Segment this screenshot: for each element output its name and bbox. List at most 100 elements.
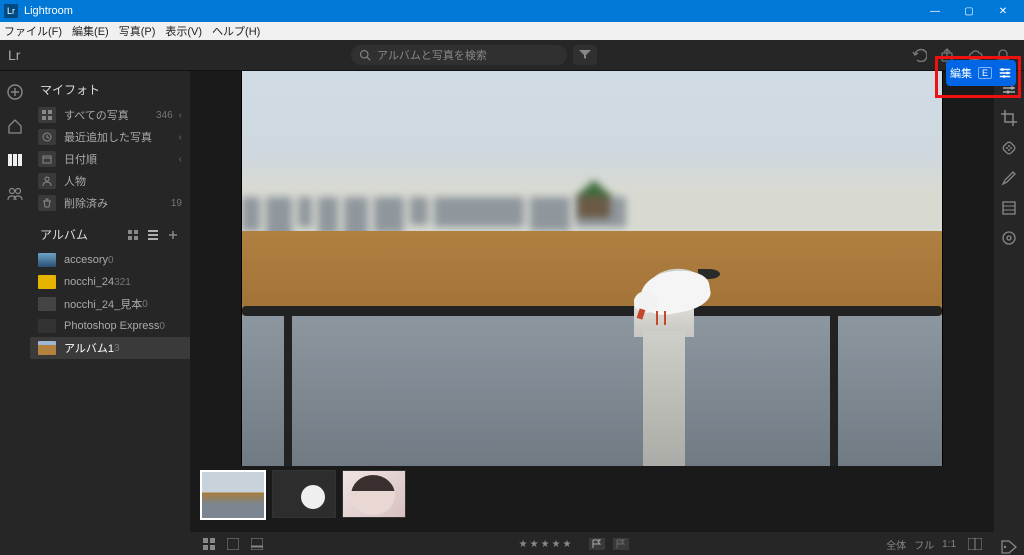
edit-button-label: 編集	[950, 65, 972, 81]
app-top-bar: Lr アルバムと写真を検索	[0, 40, 1024, 71]
person-icon	[38, 173, 56, 189]
menu-help[interactable]: ヘルプ(H)	[212, 23, 260, 39]
my-photos-label: マイフォト	[40, 81, 100, 98]
sidebar-item-label: 日付順	[64, 151, 173, 167]
zoom-1to1[interactable]: 1:1	[942, 539, 956, 550]
sidebar-item-label: すべての写真	[64, 107, 152, 123]
add-photos-icon[interactable]	[6, 83, 24, 101]
sidebar-item-all-photos[interactable]: すべての写真 346 ‹	[30, 104, 190, 126]
album-count: 321	[114, 277, 131, 288]
edit-button[interactable]: 編集 E	[946, 60, 1016, 86]
filmstrip-thumbnail[interactable]	[272, 470, 336, 518]
original-toggle-icon[interactable]	[966, 535, 984, 553]
loupe-canvas[interactable]	[190, 71, 994, 466]
status-bar: ★★★★★ 全体 フル 1:1	[190, 532, 994, 555]
flag-pick[interactable]	[589, 538, 605, 550]
album-label: nocchi_24	[64, 276, 114, 288]
undo-icon[interactable]	[910, 46, 928, 64]
filter-button[interactable]	[573, 45, 597, 65]
sidebar-item-label: 人物	[64, 173, 182, 189]
menu-edit[interactable]: 編集(E)	[72, 23, 109, 39]
album-thumbnail	[38, 319, 56, 333]
search-icon	[359, 49, 371, 61]
menu-file[interactable]: ファイル(F)	[4, 23, 62, 39]
menu-bar: ファイル(F) 編集(E) 写真(P) 表示(V) ヘルプ(H)	[0, 22, 1024, 40]
close-button[interactable]: ✕	[986, 0, 1020, 22]
linear-gradient-icon[interactable]	[1000, 199, 1018, 217]
sidebar-item-count: 346	[156, 110, 173, 121]
album-label: Photoshop Express	[64, 320, 159, 332]
bird-subject	[620, 247, 740, 337]
filmstrip	[190, 466, 994, 532]
brush-icon[interactable]	[1000, 169, 1018, 187]
sidebar-item-count: 19	[171, 198, 182, 209]
album-item-selected[interactable]: アルバム1 3	[30, 337, 190, 359]
album-count: 0	[142, 299, 148, 310]
right-rail	[994, 71, 1024, 555]
chevron-left-icon: ‹	[179, 154, 182, 165]
sliders-icon	[998, 66, 1012, 80]
window-titlebar: Lr Lightroom — ▢ ✕	[0, 0, 1024, 22]
album-label: accesory	[64, 254, 108, 266]
album-count: 0	[108, 255, 114, 266]
radial-gradient-icon[interactable]	[1000, 229, 1018, 247]
album-thumbnail	[38, 297, 56, 311]
rating-stars[interactable]: ★★★★★	[519, 539, 574, 550]
flag-reject[interactable]	[613, 538, 629, 550]
album-count: 0	[159, 321, 165, 332]
crop-icon[interactable]	[1000, 109, 1018, 127]
filter-icon	[579, 50, 591, 60]
app-icon: Lr	[4, 4, 18, 18]
sidebar-item-by-date[interactable]: 日付順 ‹	[30, 148, 190, 170]
albums-label: アルバム	[40, 226, 88, 243]
clock-icon	[38, 129, 56, 145]
loupe-toggle-icon[interactable]	[248, 535, 266, 553]
view-list-icon[interactable]	[146, 228, 160, 242]
search-placeholder: アルバムと写真を検索	[377, 47, 487, 63]
sidebar-item-label: 削除済み	[64, 195, 167, 211]
minimize-button[interactable]: —	[918, 0, 952, 22]
add-album-icon[interactable]	[166, 228, 180, 242]
sidebar-item-people[interactable]: 人物	[30, 170, 190, 192]
chevron-left-icon: ‹	[179, 110, 182, 121]
people-icon[interactable]	[6, 185, 24, 203]
menu-view[interactable]: 表示(V)	[165, 23, 202, 39]
album-thumbnail	[38, 341, 56, 355]
sidebar-item-deleted[interactable]: 削除済み 19	[30, 192, 190, 214]
albums-header: アルバム	[30, 220, 190, 249]
zoom-full[interactable]: フル	[914, 537, 934, 552]
keywords-icon[interactable]	[1000, 538, 1018, 555]
maximize-button[interactable]: ▢	[952, 0, 986, 22]
album-item[interactable]: nocchi_24 321	[30, 271, 190, 293]
side-panel: マイフォト すべての写真 346 ‹ 最近追加した写真 ‹ 日付順 ‹ 人物 削…	[30, 71, 190, 555]
sidebar-item-recent[interactable]: 最近追加した写真 ‹	[30, 126, 190, 148]
filmstrip-thumbnail[interactable]	[200, 470, 266, 520]
sidebar-item-label: 最近追加した写真	[64, 129, 173, 145]
album-count: 3	[114, 343, 120, 354]
zoom-fit[interactable]: 全体	[886, 537, 906, 552]
lightroom-logo: Lr	[0, 47, 38, 63]
search-input[interactable]: アルバムと写真を検索	[351, 45, 567, 65]
healing-icon[interactable]	[1000, 139, 1018, 157]
album-item[interactable]: Photoshop Express 0	[30, 315, 190, 337]
grid-icon	[38, 107, 56, 123]
calendar-icon	[38, 151, 56, 167]
menu-photo[interactable]: 写真(P)	[119, 23, 156, 39]
album-item[interactable]: nocchi_24_見本 0	[30, 293, 190, 315]
album-label: nocchi_24_見本	[64, 296, 142, 312]
album-item[interactable]: accesory 0	[30, 249, 190, 271]
album-label: アルバム1	[64, 340, 114, 356]
library-view-icon[interactable]	[6, 151, 24, 169]
home-icon[interactable]	[6, 117, 24, 135]
app-body: マイフォト すべての写真 346 ‹ 最近追加した写真 ‹ 日付順 ‹ 人物 削…	[0, 71, 1024, 555]
my-photos-header: マイフォト	[30, 75, 190, 104]
detail-view-icon[interactable]	[224, 535, 242, 553]
left-rail	[0, 71, 30, 555]
main-photo	[241, 71, 943, 466]
window-title: Lightroom	[24, 5, 918, 17]
album-thumbnail	[38, 253, 56, 267]
view-thumbnail-icon[interactable]	[126, 228, 140, 242]
trash-icon	[38, 195, 56, 211]
filmstrip-thumbnail[interactable]	[342, 470, 406, 518]
grid-view-icon[interactable]	[200, 535, 218, 553]
